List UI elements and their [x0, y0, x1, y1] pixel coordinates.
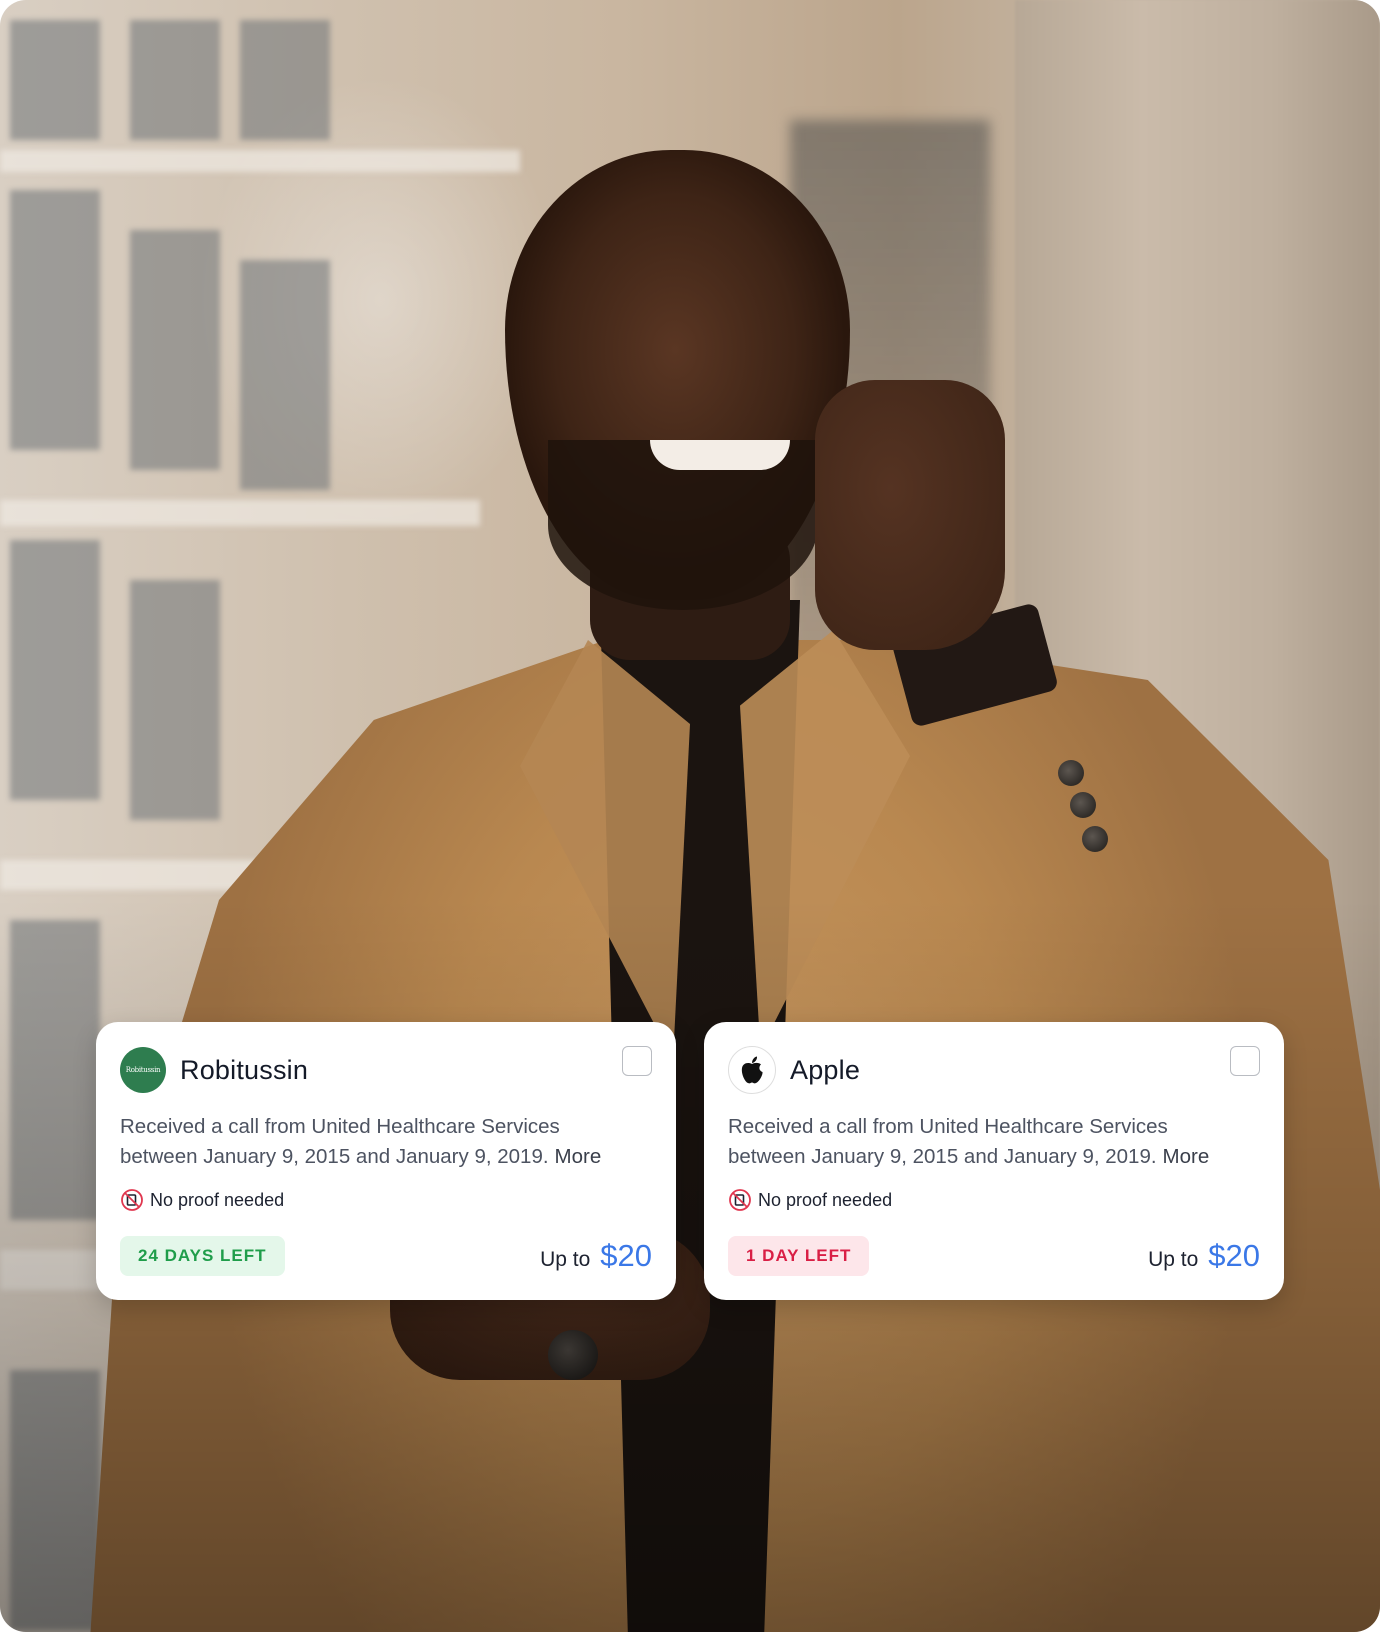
hero-photo [0, 0, 1380, 1632]
payout-prefix: Up to [1148, 1248, 1199, 1271]
card-footer: 1 DAY LEFT Up to $20 [728, 1236, 1260, 1276]
robitussin-logo: Robitussin [120, 1047, 166, 1093]
no-proof-icon [729, 1189, 751, 1211]
card-description: Received a call from United Healthcare S… [728, 1112, 1260, 1172]
proof-requirement: No proof needed [728, 1188, 1260, 1212]
proof-requirement: No proof needed [120, 1188, 652, 1212]
photo-vignette [0, 0, 1380, 1632]
proof-label: No proof needed [150, 1189, 285, 1210]
payout-prefix: Up to [540, 1248, 591, 1271]
select-checkbox[interactable] [1230, 1046, 1260, 1076]
apple-logo-icon [728, 1046, 776, 1094]
settlement-card[interactable]: Apple Received a call from United Health… [704, 1022, 1284, 1300]
card-header: Apple [728, 1046, 1260, 1094]
company-name: Robitussin [180, 1054, 309, 1085]
payout: Up to $20 [540, 1238, 652, 1274]
company-name: Apple [790, 1054, 861, 1085]
select-checkbox[interactable] [622, 1046, 652, 1076]
more-link[interactable]: More [555, 1145, 602, 1168]
description-text: between January 9, 2015 and January 9, 2… [120, 1145, 549, 1168]
apple-logo-icon [741, 1056, 763, 1084]
payout: Up to $20 [1148, 1238, 1260, 1274]
no-proof-icon [121, 1189, 143, 1211]
description-line: between January 9, 2015 and January 9, 2… [728, 1142, 1260, 1172]
proof-label: No proof needed [758, 1189, 893, 1210]
deadline-badge: 1 DAY LEFT [728, 1236, 870, 1276]
card-footer: 24 DAYS LEFT Up to $20 [120, 1236, 652, 1276]
more-link[interactable]: More [1163, 1145, 1210, 1168]
deadline-badge: 24 DAYS LEFT [120, 1236, 285, 1276]
payout-amount: $20 [1208, 1238, 1260, 1273]
description-line: Received a call from United Healthcare S… [728, 1115, 1168, 1138]
logo-text: Robitussin [125, 1066, 161, 1074]
description-line: Received a call from United Healthcare S… [120, 1115, 560, 1138]
card-header: Robitussin Robitussin [120, 1046, 652, 1094]
payout-amount: $20 [600, 1238, 652, 1273]
card-description: Received a call from United Healthcare S… [120, 1112, 652, 1172]
settlement-card[interactable]: Robitussin Robitussin Received a call fr… [96, 1022, 676, 1300]
description-text: between January 9, 2015 and January 9, 2… [728, 1145, 1157, 1168]
description-line: between January 9, 2015 and January 9, 2… [120, 1142, 652, 1172]
